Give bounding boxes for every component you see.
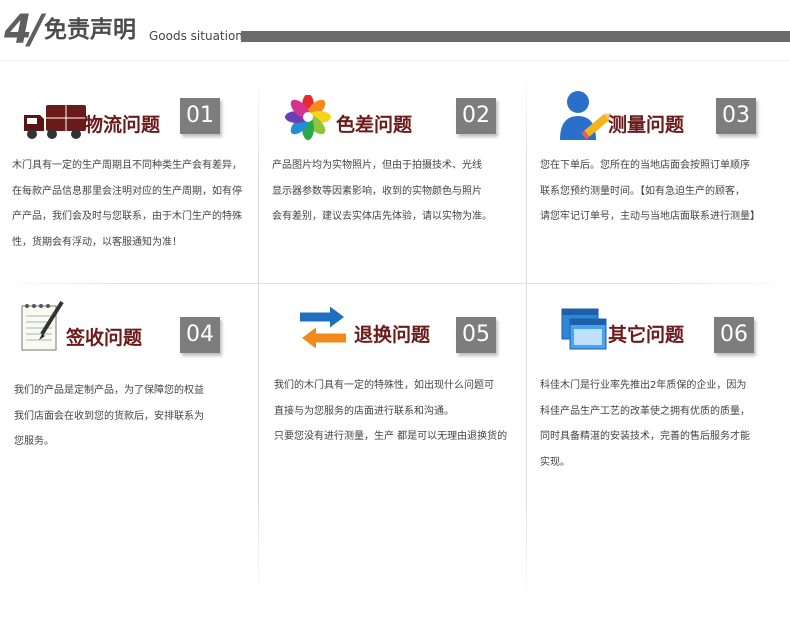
panel-text-line: 我们的木门具有一定的特殊性，如出现什么问题可 xyxy=(274,380,494,391)
panel-text: 科佳木门是行业率先推出2年质保的企业，因为 科佳产品生产工艺的改革使之拥有优质的… xyxy=(540,373,750,475)
user-pencil-icon xyxy=(560,91,612,140)
panel-text-line: 我们店面会在收到您的货款后，安排联系为 xyxy=(14,410,204,422)
section-subtitle: Goods situation xyxy=(149,29,243,43)
panel-title: 测量问题 xyxy=(608,114,685,136)
panel-text-line: 会有差别，建议去实体店先体验，请以实物为准。 xyxy=(272,211,492,222)
section-title: 免责声明 xyxy=(44,17,136,43)
header-bar xyxy=(241,31,790,42)
panel-return-exchange: 退换问题 05 我们的木门具有一定的特殊性，如出现什么问题可 直接与为您服务的店… xyxy=(272,305,527,505)
panel-title: 签收问题 xyxy=(66,327,143,349)
panel-title: 色差问题 xyxy=(336,114,413,136)
panel-text: 我们的木门具有一定的特殊性，如出现什么问题可 直接与为您服务的店面进行联系和沟通… xyxy=(274,373,507,450)
panel-number: 06 xyxy=(714,317,754,353)
panel-number: 03 xyxy=(716,98,756,134)
panel-measurement: 测量问题 03 您在下单后。您所在的当地店面会按照订单顺序 联系您预约测量时间。… xyxy=(540,88,790,288)
header-divider xyxy=(0,60,790,61)
panel-text: 我们的产品是定制产品，为了保障您的权益 我们店面会在收到您的货款后，安排联系为 … xyxy=(14,378,204,455)
panel-text: 木门具有一定的生产周期且不同种类生产会有差异， 在每款产品信息那里会注明对应的生… xyxy=(12,153,242,255)
panel-number: 02 xyxy=(456,98,496,134)
panel-color-difference: 色差问题 02 产品图片均为实物照片，但由于拍摄技术、光线 显示器参数等因素影响… xyxy=(270,95,525,295)
panel-text-line: 联系您预约测量时间。【如有急迫生产的顾客， xyxy=(540,185,745,197)
panel-title: 其它问题 xyxy=(608,324,685,346)
panel-number: 05 xyxy=(456,317,496,353)
panel-sign-for-receipt: 签收问题 04 我们的产品是定制产品，为了保障您的权益 我们店面会在收到您的货款… xyxy=(14,300,269,500)
truck-icon xyxy=(24,105,86,139)
panel-text-line: 实现。 xyxy=(540,456,570,468)
panel-text-line: 产产品，我们会及时与您联系，由于木门生产的特殊 xyxy=(12,211,242,222)
panel-text-line: 性，货期会有浮动，以客服通知为准！ xyxy=(12,236,182,248)
panel-text-line: 产品图片均为实物照片，但由于拍摄技术、光线 xyxy=(272,160,482,171)
panel-text-line: 您服务。 xyxy=(14,436,54,447)
panel-title: 物流问题 xyxy=(84,114,161,136)
panel-number: 04 xyxy=(180,317,220,353)
notepad-icon xyxy=(21,300,64,351)
panel-text: 产品图片均为实物照片，但由于拍摄技术、光线 显示器参数等因素影响，收到的实物颜色… xyxy=(272,153,492,230)
panel-text-line: 在每款产品信息那里会注明对应的生产周期，如有停 xyxy=(12,185,242,197)
panel-other: 其它问题 06 科佳木门是行业率先推出2年质保的企业，因为 科佳产品生产工艺的改… xyxy=(540,305,790,505)
panel-title: 退换问题 xyxy=(354,324,431,346)
panel-text-line: 只要您没有进行测量，生产 都是可以无理由退换货的 xyxy=(274,431,508,442)
panel-text-line: 请您牢记订单号，主动与当地店面联系进行测量】 xyxy=(540,211,760,222)
color-wheel-icon xyxy=(285,95,331,140)
panel-text-line: 同时具备精湛的安装技术，完善的售后服务才能 xyxy=(540,431,750,442)
panel-text-line: 显示器参数等因素影响，收到的实物颜色与照片 xyxy=(272,185,482,197)
panel-number: 01 xyxy=(180,98,220,134)
panel-text-line: 直接与为您服务的店面进行联系和沟通。 xyxy=(274,405,454,417)
panel-text: 您在下单后。您所在的当地店面会按照订单顺序 联系您预约测量时间。【如有急迫生产的… xyxy=(540,153,760,230)
panel-text-line: 我们的产品是定制产品，为了保障您的权益 xyxy=(14,385,204,396)
browser-window-icon xyxy=(561,308,607,350)
exchange-arrows-icon xyxy=(300,307,346,349)
section-number: 4/ xyxy=(4,7,43,53)
panel-text-line: 木门具有一定的生产周期且不同种类生产会有差异， xyxy=(12,160,242,171)
panel-logistics: 物流问题 01 木门具有一定的生产周期且不同种类生产会有差异， 在每款产品信息那… xyxy=(12,95,267,295)
panel-text-line: 科佳木门是行业率先推出2年质保的企业，因为 xyxy=(540,380,747,391)
panel-text-line: 科佳产品生产工艺的改革使之拥有优质的质量， xyxy=(540,405,750,417)
section-header: 4/ 免责声明 Goods situation xyxy=(0,0,790,61)
panel-text-line: 您在下单后。您所在的当地店面会按照订单顺序 xyxy=(540,160,750,171)
